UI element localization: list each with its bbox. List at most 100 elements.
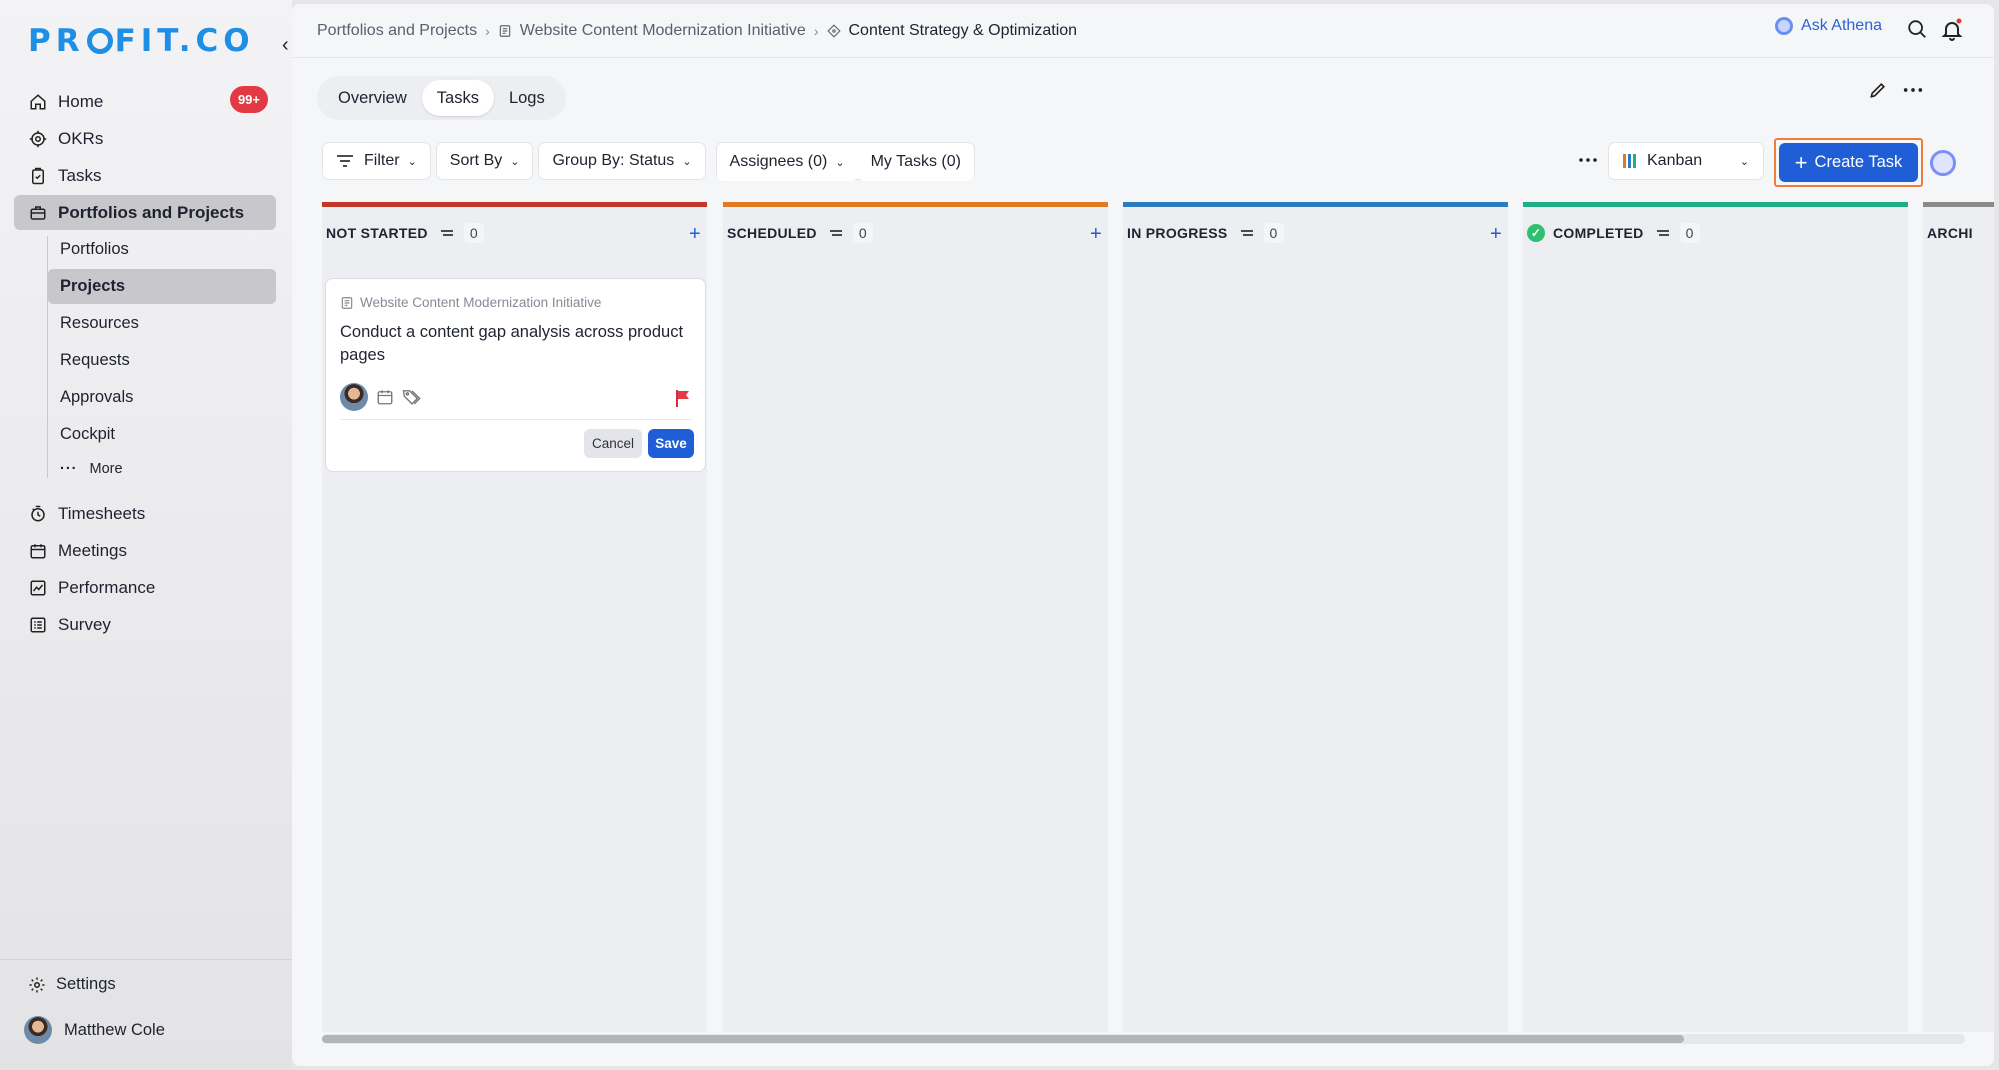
equals-icon xyxy=(829,228,843,238)
group-by-button[interactable]: Group By: Status ⌄ xyxy=(538,142,706,180)
filter-label: Filter xyxy=(364,152,400,169)
create-task-label: Create Task xyxy=(1814,153,1903,171)
assignees-label: Assignees (0) xyxy=(729,153,828,170)
workstream-diamond-icon xyxy=(826,23,841,38)
sidebar-item-tasks[interactable]: Tasks xyxy=(14,158,276,193)
task-toolbar: Filter ⌄ Sort By ⌄ Group By: Status ⌄ As… xyxy=(322,142,975,181)
add-task-plus-icon[interactable]: + xyxy=(1090,223,1102,246)
column-title: NOT STARTED xyxy=(326,225,428,241)
sidebar-item-timesheets[interactable]: Timesheets xyxy=(14,496,276,531)
priority-flag-icon[interactable] xyxy=(675,389,691,407)
sidebar-subitem-more[interactable]: ··· More xyxy=(48,454,276,484)
sidebar-item-label: Survey xyxy=(58,614,111,634)
create-task-highlight: + Create Task xyxy=(1774,138,1923,187)
column-completed: ✓ COMPLETED 0 xyxy=(1523,202,1908,1032)
column-header: IN PROGRESS 0 + xyxy=(1123,207,1508,259)
sidebar-subitem-portfolios[interactable]: Portfolios xyxy=(48,232,276,267)
create-task-button[interactable]: + Create Task xyxy=(1779,143,1918,182)
athena-icon xyxy=(1775,17,1794,35)
sort-by-button[interactable]: Sort By ⌄ xyxy=(435,142,534,180)
ask-athena-button[interactable]: Ask Athena xyxy=(1775,17,1882,35)
card-title[interactable]: Conduct a content gap analysis across pr… xyxy=(340,321,695,367)
column-header: ARCHI xyxy=(1923,207,1994,259)
view-tabs: Overview Tasks Logs xyxy=(317,76,566,120)
sidebar-item-label: Home xyxy=(58,91,104,111)
search-icon[interactable] xyxy=(1906,18,1930,42)
sidebar-item-label: Tasks xyxy=(58,165,102,185)
edit-pencil-icon[interactable] xyxy=(1868,80,1890,102)
sidebar-subitem-projects[interactable]: Projects xyxy=(48,269,276,304)
sidebar-item-portfolios-and-projects[interactable]: Portfolios and Projects xyxy=(14,195,276,230)
sidebar-item-okrs[interactable]: OKRs xyxy=(14,121,276,156)
notification-bell-icon[interactable] xyxy=(1940,18,1964,42)
sidebar-item-home[interactable]: Home 99+ xyxy=(14,84,276,119)
column-count: 0 xyxy=(463,223,484,243)
filter-button[interactable]: Filter ⌄ xyxy=(322,142,431,180)
horizontal-scrollbar[interactable] xyxy=(322,1034,1965,1044)
column-not-started: NOT STARTED 0 + Website Content Moderniz… xyxy=(322,202,707,1032)
sidebar-item-label: Portfolios and Projects xyxy=(58,202,245,222)
add-task-plus-icon[interactable]: + xyxy=(689,223,701,246)
sidebar-item-meetings[interactable]: Meetings xyxy=(14,533,276,568)
column-archived: ARCHI xyxy=(1923,202,1994,1032)
sidebar-divider xyxy=(0,959,292,960)
chevron-down-icon: ⌄ xyxy=(407,155,417,168)
sidebar-item-label: OKRs xyxy=(58,128,104,148)
ellipsis-icon: ··· xyxy=(60,461,78,477)
tab-overview[interactable]: Overview xyxy=(323,80,422,116)
sidebar-subnav: Portfolios Projects Resources Requests A… xyxy=(47,232,276,484)
chevron-down-icon: ⌄ xyxy=(835,156,845,169)
equals-icon xyxy=(440,228,454,238)
my-tasks-toggle[interactable]: My Tasks (0) xyxy=(857,143,974,181)
scrollbar-thumb[interactable] xyxy=(322,1035,1684,1043)
view-mode-select[interactable]: Kanban ⌄ xyxy=(1608,142,1764,180)
sidebar-subitem-requests[interactable]: Requests xyxy=(48,343,276,378)
sidebar-item-settings[interactable]: Settings xyxy=(28,975,116,994)
user-profile[interactable]: Matthew Cole xyxy=(24,1016,165,1044)
breadcrumb-current: Content Strategy & Optimization xyxy=(848,21,1078,39)
breadcrumb-separator-icon: › xyxy=(813,22,819,39)
tab-tasks[interactable]: Tasks xyxy=(421,80,494,116)
profitco-logo[interactable]: PR FIT.CO xyxy=(28,23,255,59)
column-in-progress: IN PROGRESS 0 + xyxy=(1123,202,1508,1032)
column-header: NOT STARTED 0 + xyxy=(322,207,707,259)
column-header: SCHEDULED 0 + xyxy=(723,207,1108,259)
sidebar-item-survey[interactable]: Survey xyxy=(14,607,276,642)
more-options-icon[interactable] xyxy=(1578,154,1598,166)
settings-label: Settings xyxy=(56,975,116,993)
tag-icon[interactable] xyxy=(402,388,422,406)
calendar-icon[interactable] xyxy=(376,388,394,406)
target-icon xyxy=(28,129,48,149)
more-options-icon[interactable] xyxy=(1902,80,1926,102)
column-count: 0 xyxy=(1263,223,1284,243)
survey-icon xyxy=(28,615,48,635)
sidebar-subitem-approvals[interactable]: Approvals xyxy=(48,380,276,415)
add-task-plus-icon[interactable]: + xyxy=(1490,223,1502,246)
group-label: Group By: Status xyxy=(552,152,675,169)
logo-o-icon xyxy=(86,28,113,54)
calendar-icon xyxy=(28,541,48,561)
user-name: Matthew Cole xyxy=(64,1020,165,1039)
notification-count-badge: 99+ xyxy=(229,86,268,113)
column-title: IN PROGRESS xyxy=(1127,225,1228,241)
chart-icon xyxy=(28,578,48,598)
sidebar-item-label: Meetings xyxy=(58,540,127,560)
project-doc-icon xyxy=(498,24,512,38)
breadcrumb-project[interactable]: Website Content Modernization Initiative xyxy=(520,22,806,40)
filter-icon xyxy=(336,154,354,168)
assignees-dropdown[interactable]: Assignees (0) ⌄ xyxy=(716,143,858,181)
sidebar-item-performance[interactable]: Performance xyxy=(14,570,276,605)
sidebar-subitem-cockpit[interactable]: Cockpit xyxy=(48,417,276,452)
cancel-button[interactable]: Cancel xyxy=(584,429,642,458)
plus-icon: + xyxy=(1794,149,1808,175)
avatar[interactable] xyxy=(340,383,368,411)
save-button[interactable]: Save xyxy=(648,429,694,458)
tab-logs[interactable]: Logs xyxy=(494,80,560,116)
column-count: 0 xyxy=(1679,223,1700,243)
breadcrumb-portfolios-and-projects[interactable]: Portfolios and Projects xyxy=(317,22,477,40)
card-divider xyxy=(340,419,691,420)
task-card[interactable]: Website Content Modernization Initiative… xyxy=(325,278,706,472)
ai-assistant-icon[interactable] xyxy=(1930,150,1956,176)
sidebar-subitem-resources[interactable]: Resources xyxy=(48,306,276,341)
logo-text-end: FIT.CO xyxy=(114,23,255,59)
